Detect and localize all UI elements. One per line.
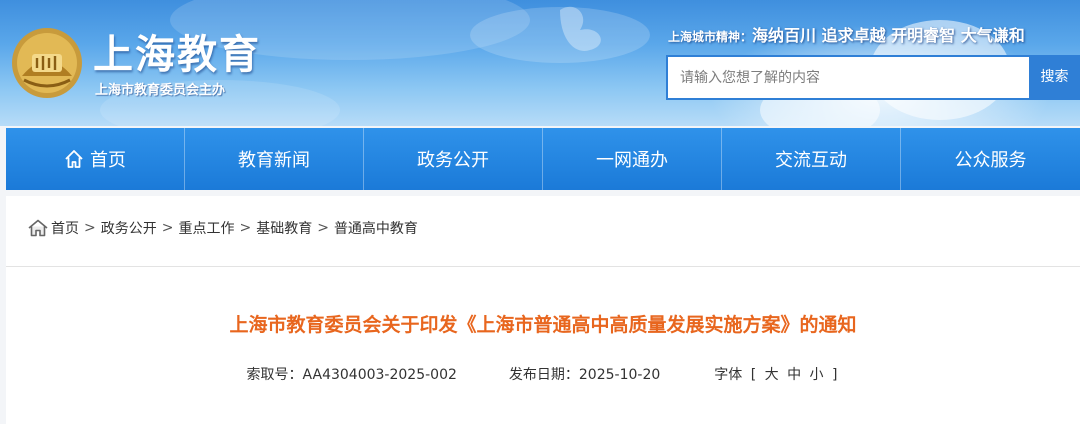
divider (6, 266, 1080, 267)
article-panel: 首页 > 政务公开 > 重点工作 > 基础教育 > 普通高中教育 上海市教育委员… (6, 196, 1080, 424)
nav-item-interaction[interactable]: 交流互动 (722, 128, 901, 190)
search-button[interactable]: 搜索 (1029, 55, 1080, 100)
site-subtitle: 上海市教育委员会主办 (95, 83, 226, 98)
article-meta: 索取号：AA4304003-2025-002 发布日期：2025-10-20 字… (6, 364, 1080, 384)
breadcrumb-separator: > (161, 220, 174, 236)
nav-item-label: 一网通办 (596, 150, 668, 171)
breadcrumb-government-affairs[interactable]: 政务公开 (101, 218, 157, 238)
font-small-button[interactable]: 小 (810, 367, 824, 383)
font-large-button[interactable]: 大 (765, 367, 779, 383)
nav-item-label: 教育新闻 (238, 150, 310, 171)
nav-item-label: 政务公开 (417, 150, 489, 171)
font-size-control: 字体 [ 大 中 小 ] (712, 364, 839, 384)
motto-label: 上海城市精神： (668, 30, 753, 44)
font-bracket-open: [ (750, 367, 757, 383)
article-title: 上海市教育委员会关于印发《上海市普通高中高质量发展实施方案》的通知 (229, 314, 857, 336)
breadcrumb-basic-education[interactable]: 基础教育 (256, 218, 312, 238)
breadcrumb: 首页 > 政务公开 > 重点工作 > 基础教育 > 普通高中教育 (28, 218, 418, 238)
date-label: 发布日期： (508, 367, 579, 383)
logo-emblem-icon[interactable] (10, 26, 84, 100)
date-value: 2025-10-20 (578, 367, 661, 383)
site-title[interactable]: 上海教育 (93, 22, 261, 80)
breadcrumb-home-icon (28, 219, 48, 237)
nav-item-public-service[interactable]: 公众服务 (901, 128, 1080, 190)
search-input[interactable] (666, 55, 1029, 100)
site-header: 上海教育 上海市教育委员会主办 上海城市精神：海纳百川 追求卓越 开明睿智 大气… (0, 0, 1080, 126)
main-nav: 首页 教育新闻 政务公开 一网通办 交流互动 公众服务 (6, 128, 1080, 190)
index-number: 索取号：AA4304003-2025-002 (247, 364, 457, 384)
breadcrumb-high-school-education[interactable]: 普通高中教育 (334, 218, 418, 238)
index-label: 索取号： (246, 367, 303, 383)
nav-item-education-news[interactable]: 教育新闻 (185, 128, 364, 190)
index-value: AA4304003-2025-002 (302, 367, 457, 383)
nav-item-label: 交流互动 (775, 150, 847, 171)
nav-item-label: 公众服务 (954, 150, 1027, 171)
home-icon (65, 150, 83, 168)
city-motto: 上海城市精神：海纳百川 追求卓越 开明睿智 大气谦和 (668, 22, 1025, 46)
nav-item-government-affairs[interactable]: 政务公开 (364, 128, 543, 190)
motto-text: 海纳百川 追求卓越 开明睿智 大气谦和 (752, 26, 1025, 45)
font-medium-button[interactable]: 中 (787, 367, 801, 383)
nav-item-one-stop-service[interactable]: 一网通办 (543, 128, 722, 190)
breadcrumb-home[interactable]: 首页 (51, 218, 79, 238)
nav-item-label: 首页 (90, 150, 126, 171)
breadcrumb-separator: > (317, 220, 329, 236)
nav-item-home[interactable]: 首页 (6, 128, 185, 190)
font-label: 字体 (714, 367, 743, 383)
publish-date: 发布日期：2025-10-20 (509, 364, 660, 384)
font-bracket-close: ] (832, 367, 838, 383)
breadcrumb-separator: > (239, 220, 252, 236)
breadcrumb-key-work[interactable]: 重点工作 (178, 218, 234, 238)
breadcrumb-separator: > (84, 220, 96, 236)
